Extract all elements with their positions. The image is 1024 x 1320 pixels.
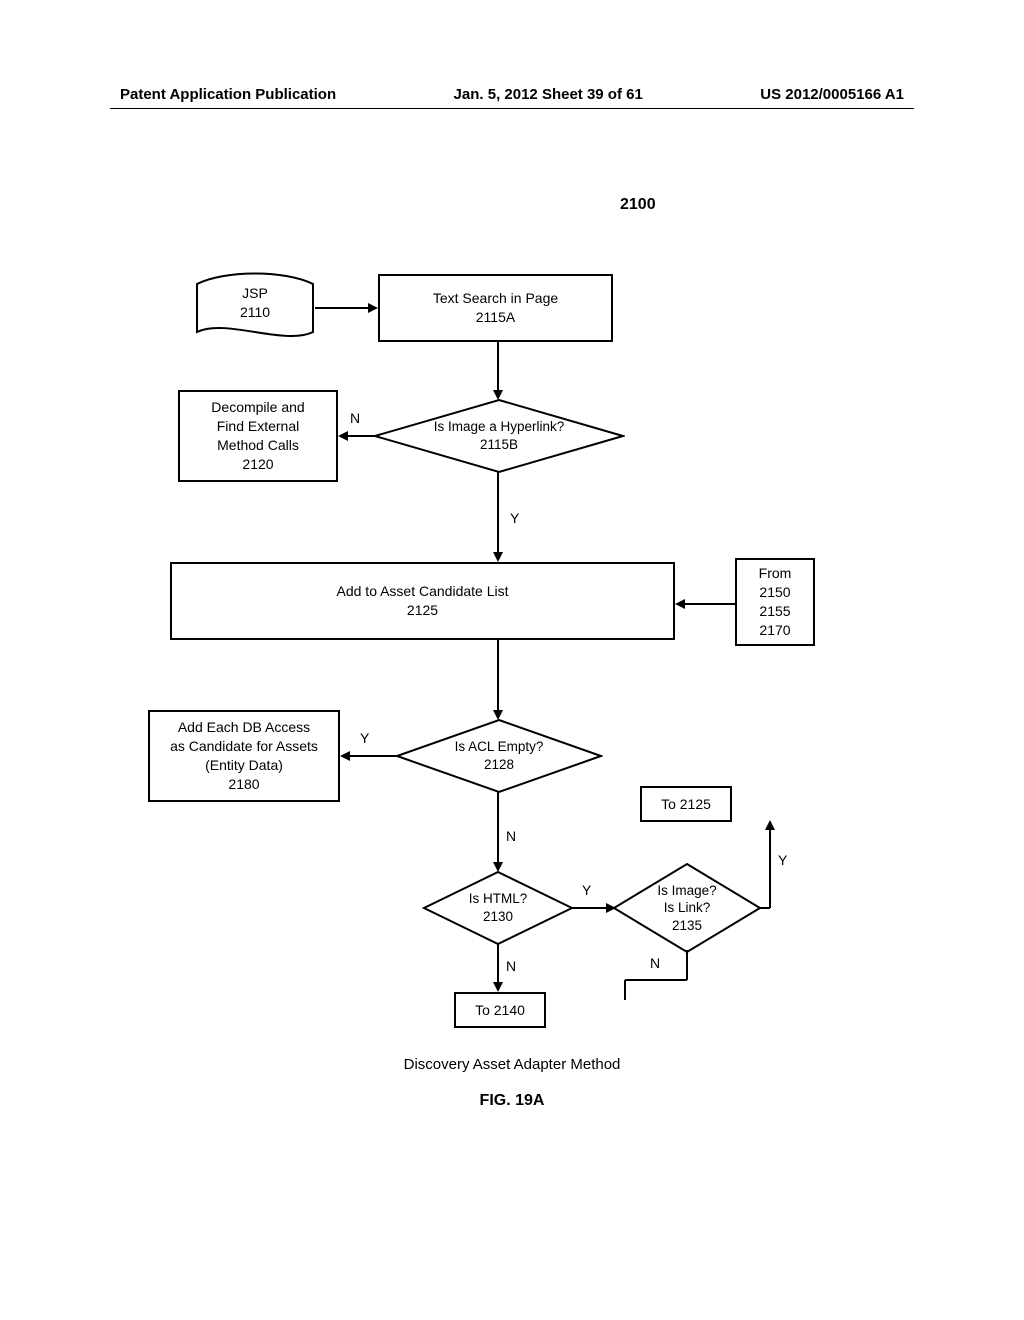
d-acl-l1: Is ACL Empty?: [455, 738, 544, 756]
label-y-aclempty: Y: [360, 730, 369, 746]
node-text-search: Text Search in Page 2115A: [378, 274, 613, 342]
node-decision-html: Is HTML? 2130: [422, 870, 574, 946]
add-acl-l2: 2125: [337, 601, 509, 620]
d-html-l1: Is HTML?: [469, 890, 528, 908]
add-acl-l1: Add to Asset Candidate List: [337, 582, 509, 601]
node-jsp-document: JSP 2110: [195, 272, 315, 344]
from-l2: 2150: [759, 583, 792, 602]
arrow-hyperlink-to-acl: [490, 472, 510, 562]
d-imglink-l1: Is Image?: [657, 882, 716, 900]
label-n-imglink: N: [650, 955, 660, 971]
node-to-2125: To 2125: [640, 786, 732, 822]
decompile-l3: Method Calls: [211, 436, 304, 455]
arrow-acl-to-aclempty: [490, 640, 510, 720]
node-add-db-access: Add Each DB Access as Candidate for Asse…: [148, 710, 340, 802]
label-y-html: Y: [582, 882, 591, 898]
label-y-imglink: Y: [778, 852, 787, 868]
decompile-l1: Decompile and: [211, 398, 304, 417]
to-2140-text: To 2140: [475, 1001, 525, 1020]
jsp-label: JSP: [195, 284, 315, 303]
node-from-references: From 2150 2155 2170: [735, 558, 815, 646]
add-db-l2: as Candidate for Assets: [170, 737, 318, 756]
node-decision-hyperlink: Is Image a Hyperlink? 2115B: [373, 398, 625, 474]
arrow-textsearch-to-hyperlink: [490, 342, 510, 400]
d-hyperlink-l2: 2115B: [434, 436, 565, 454]
decompile-l4: 2120: [211, 455, 304, 474]
label-n-aclempty: N: [506, 828, 516, 844]
add-db-l1: Add Each DB Access: [170, 718, 318, 737]
to-2125-text: To 2125: [661, 795, 711, 814]
text-search-ref: 2115A: [433, 308, 558, 327]
node-to-2140: To 2140: [454, 992, 546, 1028]
label-n-hyperlink: N: [350, 410, 360, 426]
node-add-acl: Add to Asset Candidate List 2125: [170, 562, 675, 640]
label-n-html: N: [506, 958, 516, 974]
from-l3: 2155: [759, 602, 792, 621]
d-html-l2: 2130: [469, 908, 528, 926]
arrow-hyperlink-to-decompile: [338, 428, 376, 448]
d-imglink-l2: Is Link?: [657, 899, 716, 917]
add-db-l3: (Entity Data): [170, 756, 318, 775]
figure-label: FIG. 19A: [0, 1092, 1024, 1110]
node-decision-image-link: Is Image? Is Link? 2135: [612, 862, 762, 954]
arrow-from-to-acl: [675, 596, 735, 616]
figure-reference-number: 2100: [620, 196, 656, 214]
from-l1: From: [759, 564, 792, 583]
arrow-imglink-n-path: [600, 950, 690, 1005]
add-db-l4: 2180: [170, 775, 318, 794]
node-decompile: Decompile and Find External Method Calls…: [178, 390, 338, 482]
diagram-canvas: 2100 JSP 2110 Text Search in Page 2115A …: [0, 0, 1024, 1320]
arrow-aclempty-to-db: [340, 748, 398, 768]
text-search-label: Text Search in Page: [433, 289, 558, 308]
decompile-l2: Find External: [211, 417, 304, 436]
d-hyperlink-l1: Is Image a Hyperlink?: [434, 418, 565, 436]
arrow-jsp-to-textsearch: [315, 300, 378, 320]
arrow-html-to-imglink: [572, 900, 616, 920]
d-imglink-l3: 2135: [657, 917, 716, 935]
from-l4: 2170: [759, 621, 792, 640]
label-y-hyperlink: Y: [510, 510, 519, 526]
node-decision-acl-empty: Is ACL Empty? 2128: [395, 718, 603, 794]
caption-text: Discovery Asset Adapter Method: [0, 1056, 1024, 1073]
d-acl-l2: 2128: [455, 756, 544, 774]
jsp-ref: 2110: [195, 303, 315, 322]
